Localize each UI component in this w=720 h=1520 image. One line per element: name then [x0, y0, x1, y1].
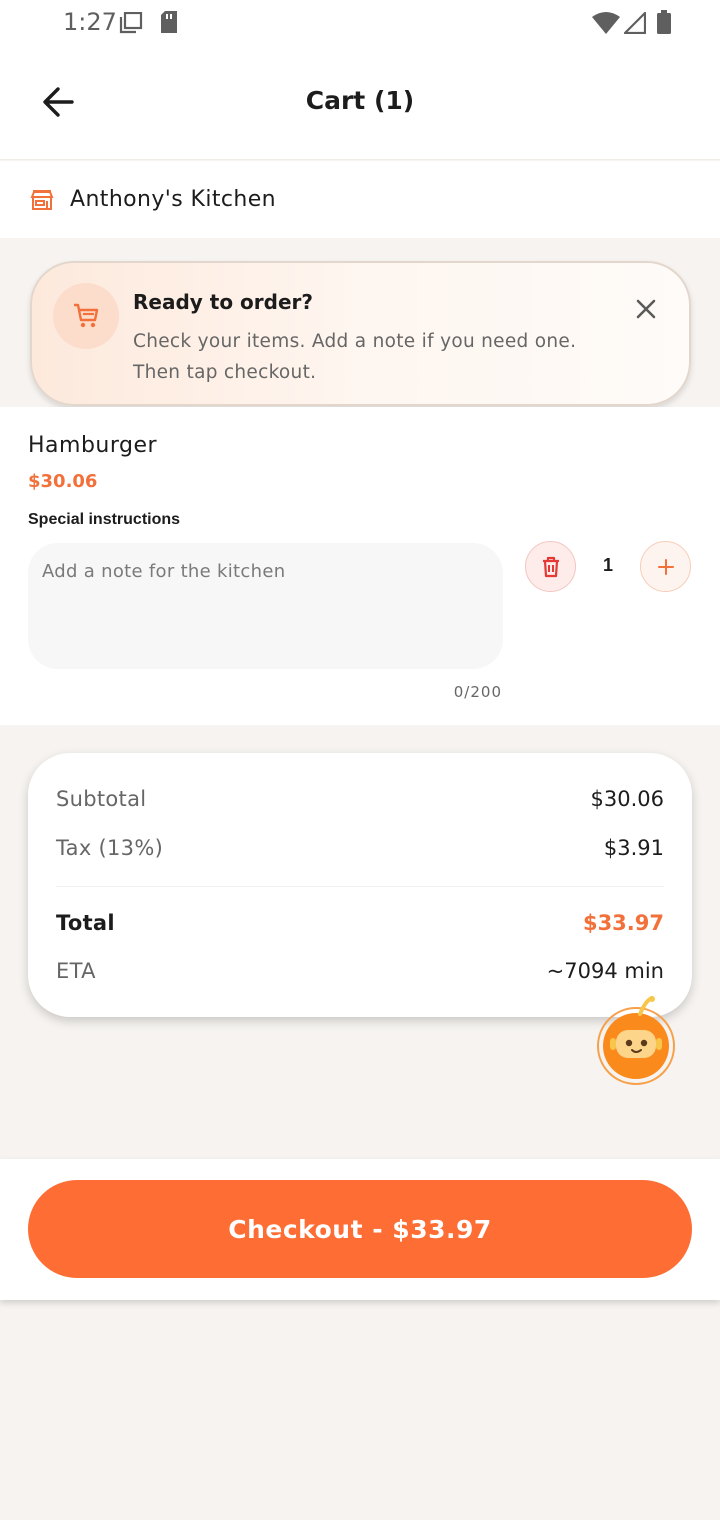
battery-icon	[657, 10, 671, 34]
item-name: Hamburger	[28, 433, 158, 458]
hint-body: Check your items. Add a note if you need…	[133, 331, 577, 383]
total-value: $33.97	[582, 911, 664, 935]
robot-mascot-icon	[597, 996, 675, 1085]
close-icon	[636, 299, 656, 319]
signal-icon	[624, 12, 646, 34]
cart-item: Hamburger $30.06 Special instructions 0/…	[0, 407, 720, 725]
checkout-bar: Checkout - $33.97	[0, 1159, 720, 1300]
restaurant-name: Anthony's Kitchen	[70, 187, 276, 212]
subtotal-label: Subtotal	[56, 787, 147, 811]
eta-value: ~7094 min	[546, 959, 664, 983]
hint-icon-badge	[53, 283, 119, 349]
hint-close-button[interactable]	[632, 295, 660, 323]
screen-icon	[119, 12, 143, 34]
eta-label: ETA	[56, 959, 96, 983]
subtotal-row: Subtotal $30.06	[56, 787, 664, 817]
subtotal-value: $30.06	[590, 787, 664, 811]
hint-card: Ready to order? Check your items. Add a …	[30, 261, 691, 406]
total-row: Total $33.97	[56, 911, 664, 941]
store-icon	[30, 190, 54, 210]
summary-divider	[56, 886, 664, 887]
tax-row: Tax (13%) $3.91	[56, 836, 664, 866]
tax-label: Tax (13%)	[56, 836, 164, 860]
sd-card-icon	[161, 11, 177, 33]
kitchen-note-input[interactable]	[28, 543, 503, 669]
item-price: $30.06	[28, 471, 98, 492]
delete-item-button[interactable]	[525, 541, 576, 592]
wifi-icon	[592, 12, 620, 34]
assistant-mascot-button[interactable]	[594, 996, 678, 1088]
status-time: 1:27	[63, 8, 117, 36]
special-instructions-label: Special instructions	[28, 511, 181, 528]
app-bar: Cart (1)	[0, 44, 720, 160]
tax-value: $3.91	[603, 836, 664, 860]
page-title: Cart (1)	[305, 86, 415, 115]
cart-icon	[74, 303, 99, 328]
eta-row: ETA ~7094 min	[56, 959, 664, 989]
order-summary-card: Subtotal $30.06 Tax (13%) $3.91 Total $3…	[28, 753, 692, 1017]
plus-icon	[658, 559, 674, 575]
quantity-value: 1	[602, 555, 613, 575]
status-bar: 1:27	[0, 0, 720, 44]
increase-quantity-button[interactable]	[640, 541, 691, 592]
note-char-count: 0/200	[453, 683, 502, 701]
hint-title: Ready to order?	[133, 290, 313, 314]
total-label: Total	[56, 911, 115, 935]
trash-icon	[543, 556, 559, 578]
checkout-button[interactable]: Checkout - $33.97	[28, 1180, 692, 1278]
restaurant-row[interactable]: Anthony's Kitchen	[0, 161, 720, 238]
